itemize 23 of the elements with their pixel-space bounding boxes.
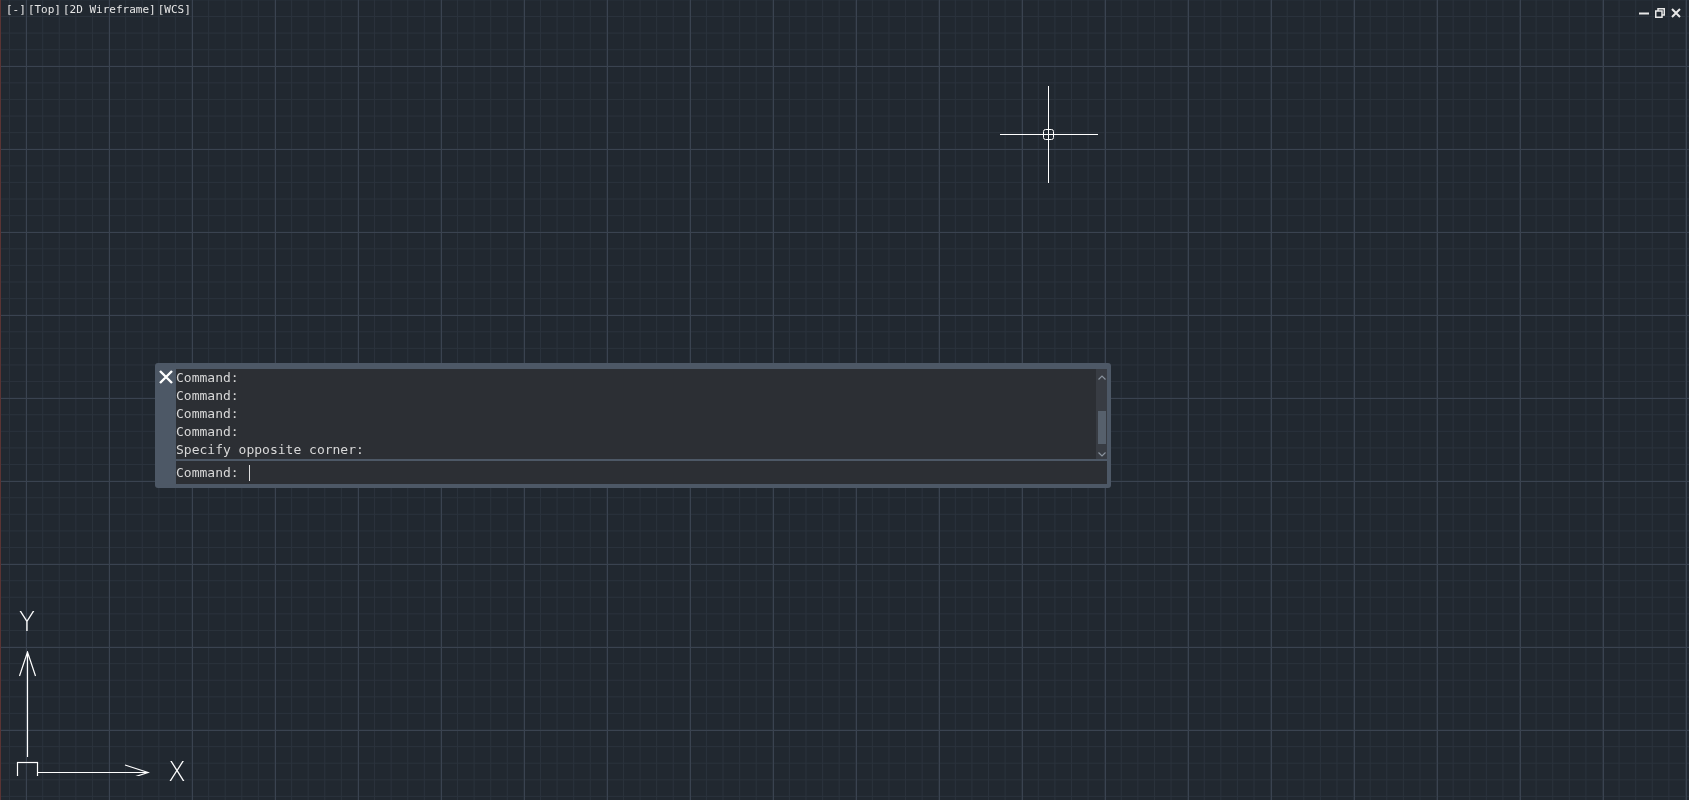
drawing-canvas[interactable]: [-] [Top] [2D Wireframe] [WCS] Command: Command: Command: Command: Specify opposite corner: Command: Y X (0, 0, 1689, 800)
viewport-control[interactable]: [Top] (27, 3, 61, 17)
command-input-field[interactable]: Command: (176, 461, 1107, 484)
minimize-icon[interactable] (1639, 11, 1649, 15)
scrollbar-thumb[interactable] (1097, 410, 1106, 444)
x-axis-label: X (168, 759, 186, 785)
close-icon[interactable] (1671, 8, 1681, 18)
command-history-line: Command: (176, 387, 239, 405)
viewport-control[interactable]: [-] (6, 3, 26, 17)
restore-icon[interactable] (1655, 8, 1665, 18)
command-history-line: Command: (176, 405, 239, 423)
close-button[interactable] (157, 369, 174, 385)
command-history-line: Specify opposite corner: (176, 441, 364, 459)
command-history-line: Command: (176, 423, 239, 441)
scroll-down-icon[interactable] (1097, 452, 1106, 457)
scroll-up-icon[interactable] (1097, 375, 1106, 380)
scrollbar[interactable] (1096, 369, 1107, 459)
command-history-line: Command: (176, 369, 239, 387)
viewport-control[interactable]: [2D Wireframe] (63, 3, 156, 17)
y-axis-label: Y (19, 609, 35, 635)
viewport-control[interactable]: [WCS] (157, 3, 191, 17)
text-cursor (248, 464, 250, 481)
crosshair-cursor-icon (1000, 86, 1098, 183)
